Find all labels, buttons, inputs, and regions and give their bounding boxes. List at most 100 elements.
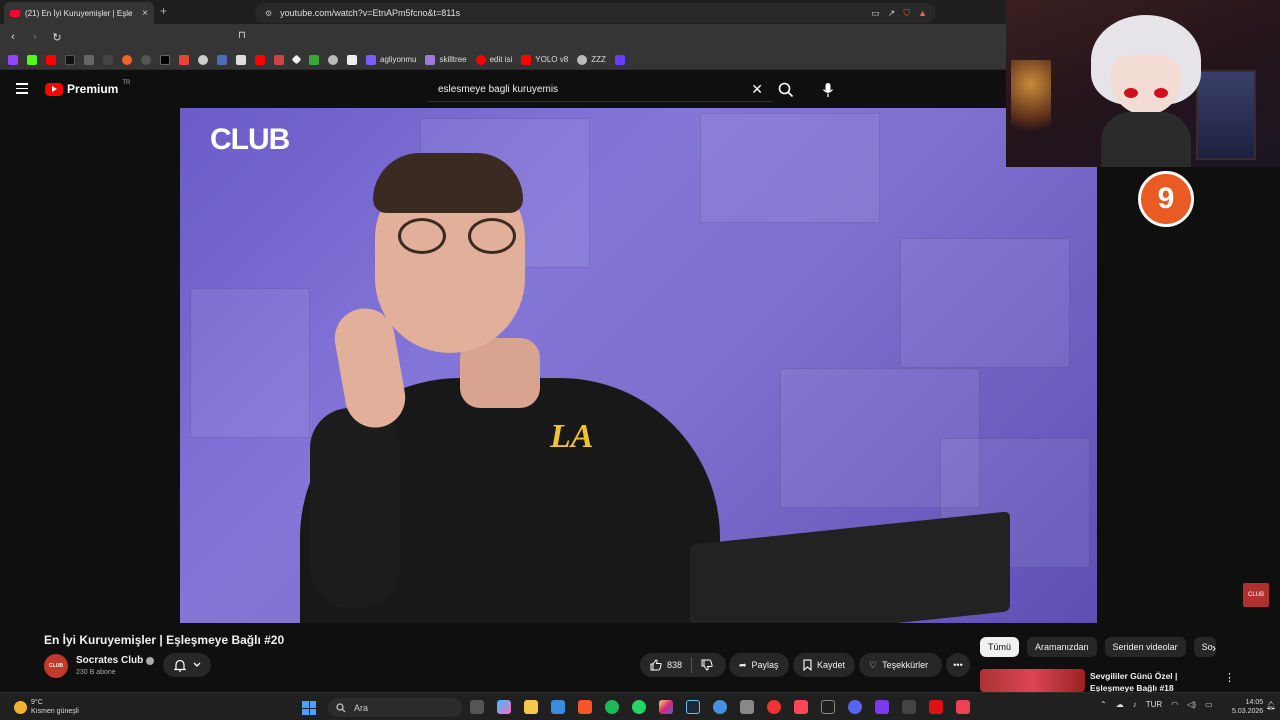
tiktok-bookmark-icon[interactable] (65, 54, 75, 65)
new-tab-button[interactable]: + (160, 4, 167, 18)
search-input[interactable]: eslesmeye bagli kuruyemis ✕ (428, 78, 773, 102)
gray-bookmark-icon[interactable] (141, 54, 151, 65)
gmail-bookmark-icon[interactable] (179, 54, 189, 65)
a-bookmark-icon[interactable] (347, 54, 357, 65)
download-bookmark-icon[interactable] (309, 54, 319, 65)
forward-icon[interactable]: › (26, 31, 44, 43)
audio-app-icon[interactable] (902, 700, 916, 714)
steam-icon[interactable] (686, 700, 700, 714)
whatsapp-icon[interactable] (632, 700, 646, 714)
menu-icon[interactable] (16, 83, 28, 97)
r-bookmark-icon[interactable] (217, 54, 227, 65)
taskbar-search[interactable]: Ara (328, 698, 462, 717)
chevron-down-icon (193, 662, 200, 667)
pocket-icon[interactable] (956, 700, 970, 714)
bookmark-zzz[interactable]: ZZZ (577, 54, 606, 65)
recommendation-thumbnail[interactable] (980, 669, 1085, 692)
voice-search-button[interactable] (816, 78, 840, 102)
file-explorer-icon[interactable] (524, 700, 538, 714)
spotify-icon[interactable] (605, 700, 619, 714)
channel-avatar[interactable]: CLUB (44, 654, 68, 678)
like-button[interactable]: 838 (640, 653, 726, 677)
chevron-right-icon[interactable]: › (1212, 641, 1216, 655)
edge-store-icon[interactable] (551, 700, 565, 714)
tray-expand-icon[interactable]: ⌃ (1100, 700, 1107, 709)
folder-bookmark-icon[interactable] (236, 54, 246, 65)
brave-rewards-icon[interactable]: ▲ (918, 8, 927, 19)
bookmark-yolo-v8[interactable]: YOLO v8 (521, 54, 568, 65)
terminal-icon[interactable] (821, 700, 835, 714)
bookmark-page-icon[interactable]: ⊓ (238, 30, 246, 41)
youtube2-bookmark-icon[interactable] (255, 54, 265, 65)
video-player[interactable]: LA CLUB (180, 108, 1097, 623)
valorant-icon[interactable] (794, 700, 808, 714)
cloud-icon[interactable]: ☁ (1116, 700, 1124, 709)
channel-watermark[interactable]: CLUB (1243, 583, 1269, 607)
chip-from-series[interactable]: Seriden videolar (1104, 637, 1186, 657)
youtube-bookmark-icon[interactable] (46, 54, 56, 65)
copilot-icon[interactable] (497, 700, 511, 714)
channel-name[interactable]: Socrates Club (76, 655, 155, 666)
clear-search-icon[interactable]: ✕ (751, 81, 763, 98)
mic-tray-icon[interactable]: ♪ (1133, 700, 1137, 709)
bookmark-agliyonmu[interactable]: agliyonmu (366, 54, 416, 65)
dots-bookmark-icon[interactable] (103, 54, 113, 65)
site-info-icon[interactable]: ⚙ (265, 9, 272, 18)
bookmark-edit-isi[interactable]: edit isi (475, 54, 512, 65)
thanks-button[interactable]: ♡ Teşekkürler (859, 653, 942, 677)
battery-icon[interactable]: ▭ (1205, 700, 1213, 709)
chip-from-search[interactable]: Aramanızdan (1027, 637, 1097, 657)
save-button[interactable]: Kaydet (793, 653, 855, 677)
chip-all[interactable]: Tümü (980, 637, 1020, 657)
volume-icon[interactable]: ◁) (1187, 700, 1196, 709)
date: 5.03.2026 (1232, 708, 1264, 715)
reload-icon[interactable]: ↻ (48, 31, 66, 44)
time: 14:05 (1245, 699, 1264, 706)
circle-bookmark-icon[interactable] (328, 54, 338, 65)
wall-panel (900, 238, 1070, 368)
record-icon[interactable] (767, 700, 781, 714)
brave-browser-icon[interactable] (578, 700, 592, 714)
chess-bookmark-icon[interactable] (84, 54, 94, 65)
clock[interactable]: 14:05 5.03.2026 (1232, 698, 1263, 716)
glasses (398, 218, 528, 254)
media-app-icon[interactable] (929, 700, 943, 714)
more-vertical-icon[interactable]: ⋮ (1224, 671, 1235, 684)
brave-shield-icon[interactable]: ⛉ (903, 8, 910, 19)
task-view-icon[interactable] (470, 700, 484, 714)
notification-button[interactable] (163, 653, 211, 677)
search-button[interactable] (773, 78, 799, 102)
cast-icon[interactable]: ▭ (871, 8, 880, 19)
thumbs-down-icon[interactable] (701, 659, 713, 671)
discord-icon[interactable] (848, 700, 862, 714)
wifi-icon[interactable]: ◠ (1171, 700, 1178, 709)
language-indicator[interactable]: TUR (1146, 700, 1162, 709)
windows-start-icon[interactable] (302, 701, 316, 715)
unity-icon[interactable] (740, 700, 754, 714)
weather-widget[interactable]: 9°C Kısmen güneşli (14, 698, 79, 716)
orange-bookmark-icon[interactable] (122, 54, 132, 65)
browser-tab[interactable]: (21) En İyi Kuruyemişler | Eşle × (4, 2, 154, 24)
diamond-bookmark-icon[interactable] (291, 54, 302, 65)
globe-bookmark-icon[interactable] (198, 54, 208, 65)
verified-icon (146, 656, 155, 665)
share-page-icon[interactable]: ↗ (888, 8, 896, 19)
avatar-eye (1124, 88, 1138, 98)
notification-bell-icon[interactable]: 🔔︎ (1266, 701, 1276, 710)
purple-bookmark-icon[interactable] (614, 54, 625, 65)
twitch-bookmark-icon[interactable] (8, 54, 18, 65)
x-bookmark-icon[interactable] (160, 54, 170, 65)
tab-close-icon[interactable]: × (142, 8, 148, 19)
kick-bookmark-icon[interactable] (27, 54, 37, 65)
bookmark-skilltree[interactable]: skilltree (425, 54, 467, 65)
share-button[interactable]: ➦ Paylaş (729, 653, 789, 677)
address-bar[interactable]: ⚙ youtube.com/watch?v=EtnAPm5fcno&t=811s… (255, 3, 935, 23)
back-icon[interactable]: ‹ (4, 31, 22, 43)
globe-app-icon[interactable] (713, 700, 727, 714)
youtube-logo[interactable]: Premium TR (45, 80, 130, 96)
recommendation-title[interactable]: Sevgililer Günü Özel | Eşleşmeye Bağlı #… (1090, 670, 1210, 694)
more-actions-button[interactable]: ••• (946, 653, 970, 677)
obsidian-icon[interactable] (875, 700, 889, 714)
instagram-icon[interactable] (659, 700, 673, 714)
mail-bookmark-icon[interactable] (274, 54, 284, 65)
